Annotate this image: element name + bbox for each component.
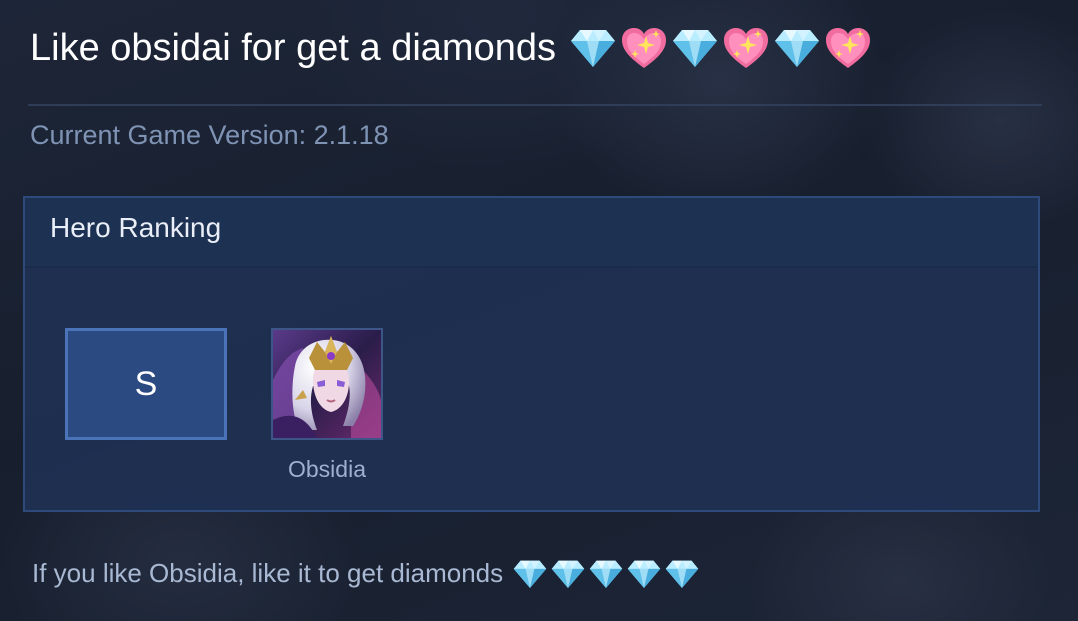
gem-icon	[589, 559, 623, 589]
tier-badge[interactable]: S	[65, 328, 227, 440]
panel-header: Hero Ranking	[25, 198, 1038, 268]
gem-icon	[774, 28, 820, 68]
gem-icon	[513, 559, 547, 589]
hero-ranking-panel: Hero Ranking S Obsidia	[23, 196, 1040, 512]
page-title: Like obsidai for get a diamonds	[30, 26, 556, 69]
footer-emoji-row	[513, 559, 699, 589]
gem-icon	[570, 28, 616, 68]
gem-icon	[665, 559, 699, 589]
obsidia-portrait-icon[interactable]	[271, 328, 383, 440]
page-title-row: Like obsidai for get a diamonds	[30, 26, 872, 70]
title-divider	[28, 104, 1042, 106]
title-emoji-row	[570, 26, 872, 70]
gem-icon	[551, 559, 585, 589]
game-version: Current Game Version: 2.1.18	[30, 120, 389, 150]
gem-icon	[672, 28, 718, 68]
sparkling-heart-icon	[824, 26, 872, 70]
footer-message: If you like Obsidia, like it to get diam…	[32, 558, 699, 589]
gem-icon	[627, 559, 661, 589]
hero-name-label: Obsidia	[288, 456, 366, 482]
panel-title: Hero Ranking	[50, 212, 222, 243]
hero-portrait-image	[273, 330, 381, 438]
footer-text: If you like Obsidia, like it to get diam…	[32, 558, 504, 588]
screen: Like obsidai for get a diamonds Current …	[0, 0, 1078, 621]
sparkling-heart-icon	[722, 26, 770, 70]
sparkling-heart-icon	[620, 26, 668, 70]
